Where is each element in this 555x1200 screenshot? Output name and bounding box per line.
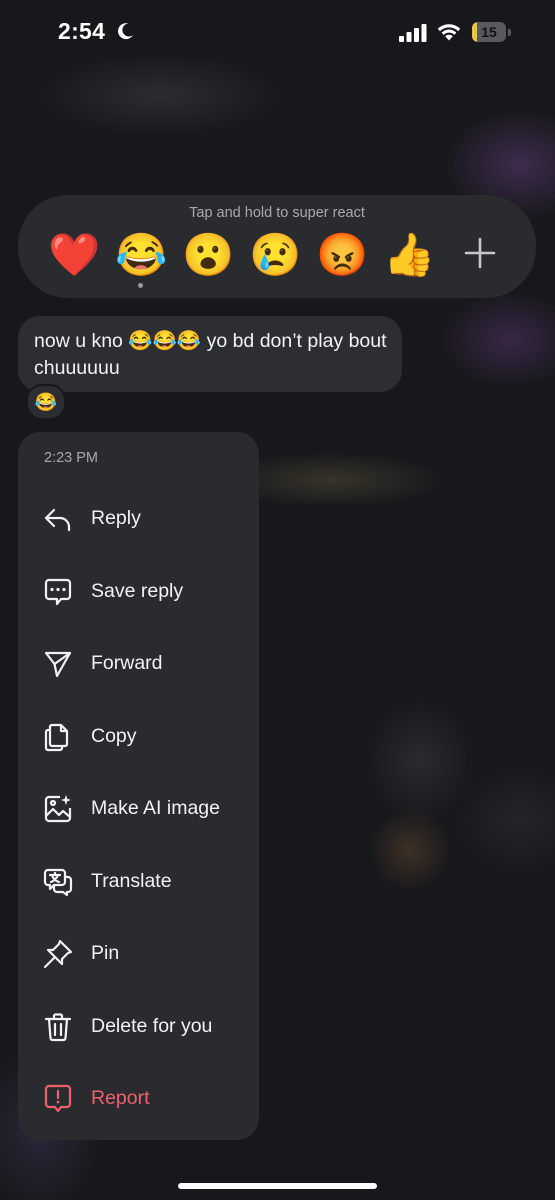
pin-icon [43, 939, 73, 969]
moon-icon [118, 23, 133, 40]
ai-image-icon [44, 795, 72, 823]
reply-icon [44, 508, 71, 532]
message-timestamp: 2:23 PM [44, 450, 98, 466]
wifi-icon [437, 24, 461, 41]
report-icon [44, 1084, 72, 1113]
menu-item-label: Delete for you [91, 1015, 213, 1037]
forward-icon [44, 651, 72, 678]
reaction-surprised[interactable]: 😮 [182, 230, 234, 280]
status-time: 2:54 [58, 18, 106, 44]
battery-icon: 15 [472, 22, 512, 42]
reaction-heart[interactable]: ❤️ [48, 230, 100, 280]
battery-body: 15 [472, 22, 506, 42]
reaction-laughing[interactable]: 😂 [115, 230, 167, 280]
menu-item-delete-for-you[interactable]: Delete for you [18, 998, 259, 1056]
selected-reaction-indicator [138, 283, 143, 288]
reaction-bar: Tap and hold to super react ❤️ 😂 😮 😢 😡 👍 [18, 195, 536, 298]
menu-item-pin[interactable]: Pin [18, 925, 259, 983]
save-reply-icon [44, 578, 72, 606]
battery-level: 15 [481, 24, 497, 40]
menu-item-label: Translate [91, 870, 172, 892]
reaction-thumbs-up[interactable]: 👍 [383, 230, 435, 280]
menu-item-label: Pin [91, 942, 120, 964]
menu-item-save-reply[interactable]: Save reply [18, 563, 259, 621]
plus-icon[interactable] [460, 233, 500, 273]
message-bubble[interactable]: now u kno 😂😂😂 yo bd don’t play bout chuu… [18, 316, 402, 392]
menu-item-translate[interactable]: Translate [18, 853, 259, 911]
menu-item-label: Save reply [91, 580, 184, 602]
home-indicator[interactable] [178, 1183, 377, 1189]
cellular-signal-icon [399, 24, 427, 42]
menu-item-report[interactable]: Report [18, 1070, 259, 1128]
copy-icon [44, 723, 69, 752]
menu-item-label: Make AI image [91, 797, 220, 819]
message-reaction-badge[interactable]: 😂 [26, 384, 66, 420]
message-text: now u kno 😂😂😂 yo bd don’t play bout chuu… [34, 330, 387, 379]
menu-item-make-ai-image[interactable]: Make AI image [18, 780, 259, 838]
reaction-crying[interactable]: 😢 [249, 230, 301, 280]
menu-item-copy[interactable]: Copy [18, 708, 259, 766]
menu-item-label: Copy [91, 725, 137, 747]
menu-item-reply[interactable]: Reply [18, 490, 259, 548]
reaction-angry[interactable]: 😡 [316, 230, 368, 280]
super-react-hint: Tap and hold to super react [189, 205, 365, 221]
menu-item-forward[interactable]: Forward [18, 635, 259, 693]
menu-item-label: Forward [91, 652, 163, 674]
status-bar: 2:54 15 [0, 0, 555, 66]
menu-item-label: Report [91, 1087, 150, 1109]
translate-icon [43, 868, 73, 897]
menu-item-label: Reply [91, 507, 141, 529]
trash-icon [44, 1013, 72, 1042]
battery-cap [508, 29, 511, 36]
message-context-menu: 2:23 PM Reply Save reply Forward Copy Ma… [18, 432, 259, 1140]
